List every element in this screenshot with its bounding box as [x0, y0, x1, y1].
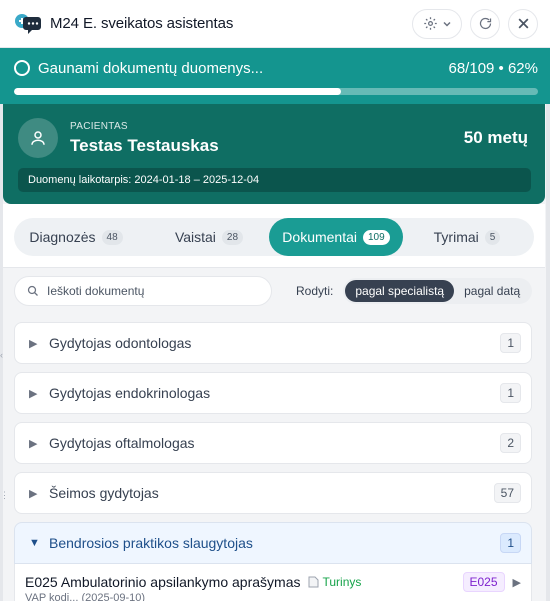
view-by-specialist[interactable]: pagal specialistą [345, 280, 455, 302]
chevron-down-icon [442, 21, 451, 27]
document-type-badge: E025 [462, 572, 505, 592]
tab-bar: Diagnozės 48 Vaistai 28 Dokumentai 109 Tyri… [14, 218, 534, 256]
loading-progress: Gaunami dokumentų duomenys... 68/109 • 6… [0, 48, 550, 104]
triangle-right-icon: ▶ [29, 487, 38, 500]
group-count: 57 [493, 483, 521, 503]
data-period: Duomenų laikotarpis: 2024-01-18 – 2025-1… [18, 168, 531, 192]
group-name: Gydytojas odontologas [49, 335, 192, 351]
group-ophthalmologist[interactable]: ▶ Gydytojas oftalmologas 2 [14, 422, 532, 464]
progress-text: Gaunami dokumentų duomenys... [38, 59, 264, 77]
tab-section: Diagnozės 48 Vaistai 28 Dokumentai 109 Tyri… [3, 204, 545, 268]
gear-icon [423, 17, 437, 30]
group-general-nurse[interactable]: ▼ Bendrosios praktikos slaugytojas 1 [14, 522, 532, 564]
view-toggle: pagal specialistą pagal datą [343, 278, 533, 304]
group-name: Gydytojas endokrinologas [49, 385, 211, 401]
group-name: Bendrosios praktikos slaugytojas [49, 535, 253, 551]
tab-documents[interactable]: Dokumentai 109 [269, 218, 403, 256]
patient-card: PACIENTAS Testas Testauskas 50 metų Duom… [3, 104, 545, 204]
settings-button[interactable] [412, 8, 462, 39]
document-subtitle: VAP kodi... (2025-09-10) [25, 592, 146, 601]
close-button[interactable] [508, 8, 538, 39]
group-count: 1 [500, 333, 521, 353]
progress-count: 68/109 • 62% [448, 59, 539, 77]
search-toolbar: Rodyti: pagal specialistą pagal datą [3, 268, 545, 314]
app-header: M24 E. sveikatos asistentas [0, 0, 550, 48]
progress-bar-fill [14, 88, 341, 95]
document-title: E025 Ambulatorinio apsilankymo aprašymas [25, 574, 301, 590]
patient-label: PACIENTAS [70, 120, 128, 132]
group-name: Šeimos gydytojas [49, 485, 159, 501]
tab-label: Tyrimai [433, 229, 479, 245]
view-label: Rodyti: [296, 284, 334, 298]
tab-count: 28 [221, 229, 244, 245]
triangle-right-icon: ▶ [29, 437, 38, 450]
search-box [14, 276, 272, 306]
content-label: Turinys [322, 575, 362, 589]
tab-medications[interactable]: Vaistai 28 [154, 218, 264, 256]
group-family-doctor[interactable]: ▶ Šeimos gydytojas 57 [14, 472, 532, 514]
view-by-date[interactable]: pagal datą [454, 280, 530, 302]
group-count: 1 [500, 533, 521, 553]
patient-age: 50 metų [463, 128, 528, 147]
close-icon [518, 18, 528, 29]
group-endocrinologist[interactable]: ▶ Gydytojas endokrinologas 1 [14, 372, 532, 414]
search-icon [27, 285, 38, 296]
tab-label: Diagnozės [29, 229, 96, 245]
tab-label: Vaistai [174, 229, 216, 245]
tab-label: Dokumentai [282, 229, 357, 245]
expand-arrow-icon[interactable]: ▶ [513, 576, 521, 589]
file-icon [308, 576, 319, 588]
progress-bar [14, 88, 538, 95]
group-count: 2 [500, 433, 521, 453]
app-title: M24 E. sveikatos asistentas [50, 15, 234, 32]
spinner-icon [14, 60, 30, 76]
content-link[interactable]: Turinys [308, 575, 361, 589]
group-count: 1 [500, 383, 521, 403]
refresh-icon [479, 17, 491, 30]
tab-count: 48 [101, 229, 123, 245]
tab-diagnoses[interactable]: Diagnozės 48 [20, 218, 132, 256]
refresh-button[interactable] [470, 8, 500, 39]
user-icon [18, 118, 58, 158]
patient-name: Testas Testauskas [70, 135, 219, 155]
group-dentist[interactable]: ▶ Gydytojas odontologas 1 [14, 322, 532, 364]
tab-count: 109 [363, 229, 390, 245]
triangle-right-icon: ▶ [29, 337, 38, 350]
document-item[interactable]: E025 Ambulatorinio apsilankymo aprašymas… [14, 564, 532, 601]
document-list: ▶ Gydytojas odontologas 1 ▶ Gydytojas en… [3, 314, 545, 601]
scrollbar[interactable] [546, 104, 550, 601]
chat-medical-icon [14, 13, 42, 35]
tab-count: 5 [484, 229, 501, 245]
triangle-down-icon: ▼ [29, 537, 40, 549]
tab-tests[interactable]: Tyrimai 5 [417, 218, 517, 256]
group-name: Gydytojas oftalmologas [49, 435, 195, 451]
search-input[interactable] [47, 284, 247, 298]
triangle-right-icon: ▶ [29, 387, 38, 400]
